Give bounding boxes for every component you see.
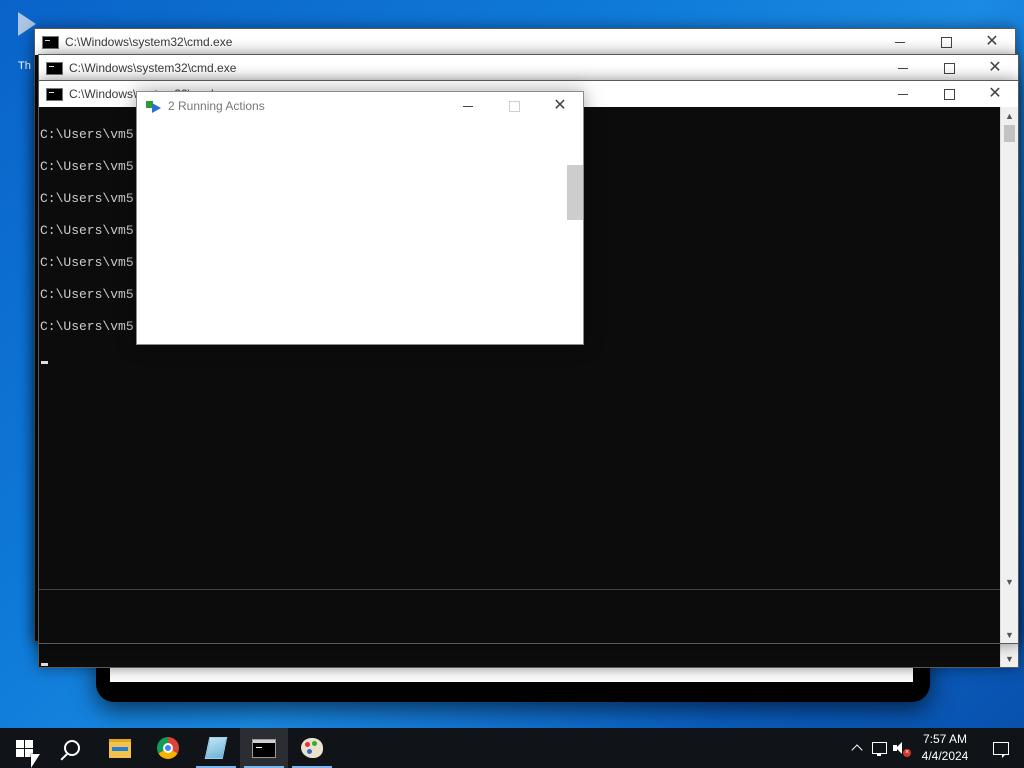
scroll-up-arrow-icon[interactable]: ▲ xyxy=(1001,107,1018,124)
running-actions-icon xyxy=(146,100,162,113)
titlebar[interactable]: C:\Windows\system32\cmd.exe ✕ xyxy=(39,55,1018,81)
show-hidden-icons-button[interactable] xyxy=(846,728,868,768)
notepad-icon xyxy=(204,737,228,759)
taskbar-file-explorer[interactable] xyxy=(96,728,144,768)
scroll-down-arrow-icon[interactable]: ▼ xyxy=(1001,626,1018,643)
taskbar: × 7:57 AM 4/4/2024 xyxy=(0,728,1024,768)
taskbar-paint[interactable] xyxy=(288,728,336,768)
minimize-icon xyxy=(898,67,908,69)
text-cursor xyxy=(41,361,48,364)
cmd-icon xyxy=(42,35,59,49)
taskbar-chrome[interactable] xyxy=(144,728,192,768)
minimize-icon xyxy=(898,93,908,95)
start-button[interactable] xyxy=(0,728,48,768)
windows-start-icon xyxy=(15,739,33,757)
chevron-up-icon xyxy=(851,744,863,756)
system-tray: × 7:57 AM 4/4/2024 xyxy=(846,728,1024,768)
cmd-icon xyxy=(46,87,63,101)
network-icon xyxy=(871,742,887,756)
maximize-button xyxy=(491,93,537,119)
maximize-button[interactable] xyxy=(923,29,969,55)
notification-icon xyxy=(993,741,1009,758)
folder-icon xyxy=(109,738,131,758)
window-title: C:\Windows\system32\cmd.exe xyxy=(69,61,237,75)
window-title: 2 Running Actions xyxy=(168,99,265,113)
clock-time: 7:57 AM xyxy=(922,732,968,746)
maximize-button[interactable] xyxy=(926,81,972,107)
volume-muted-icon: × xyxy=(893,741,911,757)
paint-icon xyxy=(301,738,323,758)
close-button[interactable]: ✕ xyxy=(972,55,1018,81)
taskbar-command-prompt[interactable] xyxy=(240,728,288,768)
maximize-icon xyxy=(943,62,955,74)
close-icon: ✕ xyxy=(553,97,567,114)
scrollbar-thumb[interactable] xyxy=(1004,125,1015,142)
window-title: C:\Windows\system32\cmd.exe xyxy=(65,35,233,49)
maximize-button[interactable] xyxy=(926,55,972,81)
scrollbar-thumb[interactable] xyxy=(567,165,583,220)
close-button[interactable]: ✕ xyxy=(969,29,1015,55)
maximize-icon xyxy=(943,88,955,100)
clock[interactable]: 7:57 AM 4/4/2024 xyxy=(912,728,978,768)
maximize-icon xyxy=(940,36,952,48)
minimize-icon xyxy=(895,41,905,43)
minimize-icon xyxy=(463,105,473,107)
desktop-shortcut-label: Th xyxy=(18,60,31,72)
cmd-icon xyxy=(46,61,63,75)
desktop: Th C:\Windows\system32\cmd.exe ✕ C:\Wind… xyxy=(0,0,1024,768)
mouse-pointer-icon xyxy=(31,754,40,768)
console-lower-pane xyxy=(39,589,1000,642)
text-cursor xyxy=(41,663,48,666)
scroll-down-arrow-icon[interactable]: ▼ xyxy=(1001,650,1018,667)
clock-date: 4/4/2024 xyxy=(921,749,969,763)
minimize-button[interactable] xyxy=(445,93,491,119)
scroll-down-arrow-icon[interactable]: ▼ xyxy=(1001,573,1018,590)
minimize-button[interactable] xyxy=(877,29,923,55)
titlebar[interactable]: 2 Running Actions ✕ xyxy=(137,92,583,120)
search-icon xyxy=(64,740,80,756)
running-actions-window[interactable]: 2 Running Actions ✕ xyxy=(136,91,584,345)
close-icon: ✕ xyxy=(988,85,1002,102)
search-button[interactable] xyxy=(48,728,96,768)
running-actions-list[interactable] xyxy=(137,120,583,344)
cmd-icon xyxy=(252,738,276,758)
action-center-button[interactable] xyxy=(978,728,1024,768)
taskbar-notepad[interactable] xyxy=(192,728,240,768)
vertical-scrollbar[interactable]: ▲ ▼ ▼ xyxy=(1000,107,1018,643)
close-button[interactable]: ✕ xyxy=(537,93,583,119)
minimize-button[interactable] xyxy=(880,81,926,107)
close-icon: ✕ xyxy=(985,33,999,50)
chrome-icon xyxy=(157,737,179,759)
close-icon: ✕ xyxy=(988,59,1002,76)
minimize-button[interactable] xyxy=(880,55,926,81)
volume-button[interactable]: × xyxy=(890,728,912,768)
close-button[interactable]: ✕ xyxy=(972,81,1018,107)
network-button[interactable] xyxy=(868,728,890,768)
titlebar[interactable]: C:\Windows\system32\cmd.exe ✕ xyxy=(35,29,1015,55)
maximize-icon xyxy=(508,100,520,112)
